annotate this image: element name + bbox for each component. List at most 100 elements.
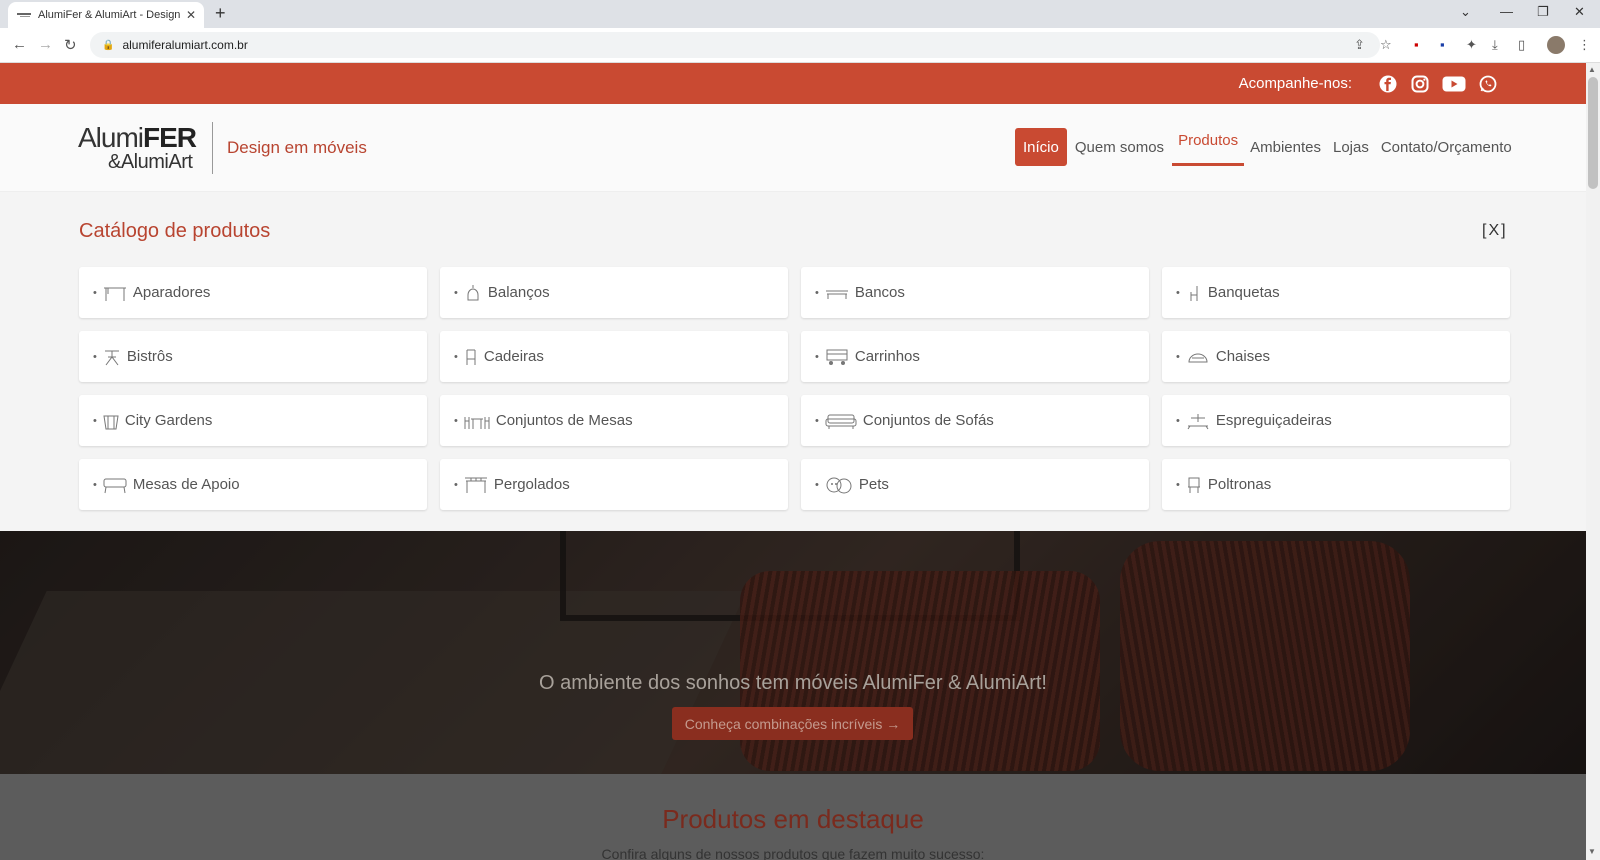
bistro-table-icon [103, 348, 121, 366]
featured-section: Produtos em destaque Confira alguns de n… [0, 774, 1586, 860]
catalog-item-label: Pets [858, 476, 889, 493]
catalog-close-button[interactable]: [X] [1482, 222, 1508, 240]
side-table-icon [103, 476, 127, 494]
catalog-item-label: Conjuntos de Sofás [862, 412, 994, 429]
whatsapp-icon[interactable] [1478, 74, 1498, 94]
tab-close-icon[interactable]: ✕ [186, 8, 196, 22]
forward-icon[interactable]: → [38, 36, 53, 53]
reload-icon[interactable]: ↻ [64, 36, 77, 54]
page-scrollbar[interactable]: ▲ ▼ [1586, 63, 1600, 860]
scrollbar-thumb[interactable] [1588, 77, 1598, 189]
bookmark-star-icon[interactable]: ☆ [1380, 37, 1392, 53]
profile-avatar[interactable] [1547, 36, 1565, 54]
hero-headline: O ambiente dos sonhos tem móveis AlumiFe… [539, 672, 1047, 694]
featured-subtitle: Confira alguns de nossos produtos que fa… [601, 846, 985, 860]
catalog-item-label: Banquetas [1207, 284, 1280, 301]
catalog-item-chaises[interactable]: • Chaises [1162, 331, 1510, 382]
lock-icon: 🔒 [102, 39, 115, 51]
logo-divider [212, 122, 213, 174]
site-logo[interactable]: AlumiFER &AlumiArt [78, 124, 202, 174]
tab-search-icon[interactable]: ⌄ [1460, 4, 1471, 20]
sofa-icon [825, 412, 857, 430]
top-social-strip: Acompanhe-nos: [0, 63, 1586, 104]
instagram-icon[interactable] [1410, 74, 1430, 94]
favicon-icon [16, 10, 32, 20]
catalog-item-conjuntos-de-sofas[interactable]: • Conjuntos de Sofás [801, 395, 1149, 446]
scroll-up-icon[interactable]: ▲ [1588, 65, 1596, 74]
catalog-item-cadeiras[interactable]: • Cadeiras [440, 331, 788, 382]
browser-tab-bar: AlumiFer & AlumiArt - Design em... ✕ + ⌄… [0, 0, 1600, 28]
address-bar-row: ← → ↻ 🔒 alumiferalumiart.com.br ⇪ ☆ ▪ ▪ … [0, 28, 1600, 63]
extension-icon[interactable]: ▪ [1440, 37, 1445, 52]
youtube-icon[interactable] [1442, 74, 1466, 94]
catalog-item-label: Cadeiras [483, 348, 544, 365]
chaise-icon [1186, 348, 1210, 366]
catalog-item-bancos[interactable]: • Bancos [801, 267, 1149, 318]
catalog-item-poltronas[interactable]: • Poltronas [1162, 459, 1510, 510]
tab-title: AlumiFer & AlumiArt - Design em... [38, 9, 182, 21]
catalog-item-label: Poltronas [1207, 476, 1272, 493]
nav-quem-somos[interactable]: Quem somos [1069, 128, 1170, 166]
catalog-item-label: Mesas de Apoio [132, 476, 240, 493]
url-field[interactable]: 🔒 alumiferalumiart.com.br [90, 32, 1380, 58]
nav-lojas[interactable]: Lojas [1327, 128, 1375, 166]
catalog-item-city-gardens[interactable]: • City Gardens [79, 395, 427, 446]
dining-set-icon [464, 412, 490, 430]
puzzle-icon[interactable]: ✦ [1466, 37, 1477, 53]
pdf-extension-icon[interactable]: ▪ [1414, 37, 1419, 52]
catalog-item-label: Espreguiçadeiras [1215, 412, 1332, 429]
chair-icon [464, 348, 478, 366]
logo-text-alumi: Alumi [78, 122, 144, 153]
hero-cta-button[interactable]: Conheça combinações incríveis → [672, 707, 913, 740]
catalog-item-aparadores[interactable]: • Aparadores [79, 267, 427, 318]
scroll-down-icon[interactable]: ▼ [1588, 847, 1596, 856]
catalog-item-label: Bistrôs [126, 348, 173, 365]
catalog-item-balancos[interactable]: • Balanços [440, 267, 788, 318]
sidepanel-icon[interactable]: ▯ [1518, 37, 1525, 53]
url-text: alumiferalumiart.com.br [122, 38, 248, 52]
minimize-icon[interactable]: — [1500, 4, 1513, 19]
facebook-icon[interactable] [1378, 74, 1398, 94]
catalog-item-carrinhos[interactable]: • Carrinhos [801, 331, 1149, 382]
site-tagline: Design em móveis [227, 138, 367, 157]
swing-chair-icon [464, 284, 482, 302]
site-header: AlumiFER &AlumiArt Design em móveis Iníc… [0, 104, 1586, 192]
download-icon[interactable]: ⤓ [1492, 37, 1498, 53]
main-nav: Início Quem somos Produtos Ambientes Loj… [1015, 128, 1518, 166]
lounger-icon [1186, 412, 1210, 430]
pergola-icon [464, 476, 488, 494]
nav-contato[interactable]: Contato/Orçamento [1375, 128, 1518, 166]
catalog-item-label: Aparadores [132, 284, 211, 301]
nav-ambientes[interactable]: Ambientes [1244, 128, 1327, 166]
catalog-item-pets[interactable]: • Pets [801, 459, 1149, 510]
maximize-icon[interactable]: ❐ [1537, 4, 1549, 20]
featured-title: Produtos em destaque [662, 804, 924, 834]
catalog-item-label: Chaises [1215, 348, 1271, 365]
catalog-item-label: Carrinhos [854, 348, 920, 365]
catalog-item-label: Bancos [854, 284, 905, 301]
catalog-item-label: Conjuntos de Mesas [495, 412, 633, 429]
nav-inicio[interactable]: Início [1015, 128, 1067, 166]
sideboard-icon [103, 284, 127, 302]
catalog-item-mesas-de-apoio[interactable]: • Mesas de Apoio [79, 459, 427, 510]
window-close-icon[interactable]: ✕ [1574, 4, 1585, 20]
new-tab-icon[interactable]: + [215, 3, 226, 24]
pets-icon [825, 476, 853, 494]
catalog-item-espreguicadeiras[interactable]: • Espreguiçadeiras [1162, 395, 1510, 446]
back-icon[interactable]: ← [12, 36, 27, 53]
product-catalog-panel: Catálogo de produtos [X] • Aparadores • … [0, 192, 1586, 531]
catalog-item-bistros[interactable]: • Bistrôs [79, 331, 427, 382]
follow-label: Acompanhe-nos: [1238, 75, 1352, 92]
menu-kebab-icon[interactable]: ⋮ [1578, 37, 1591, 53]
stool-icon [1186, 284, 1202, 302]
catalog-item-label: City Gardens [124, 412, 213, 429]
nav-produtos[interactable]: Produtos [1172, 128, 1245, 166]
logo-text-fer: FER [143, 122, 197, 153]
catalog-item-conjuntos-de-mesas[interactable]: • Conjuntos de Mesas [440, 395, 788, 446]
catalog-item-pergolados[interactable]: • Pergolados [440, 459, 788, 510]
catalog-item-banquetas[interactable]: • Banquetas [1162, 267, 1510, 318]
bench-icon [825, 284, 849, 302]
share-icon[interactable]: ⇪ [1354, 37, 1365, 53]
catalog-item-label: Balanços [487, 284, 550, 301]
browser-tab[interactable]: AlumiFer & AlumiArt - Design em... ✕ [8, 2, 204, 28]
